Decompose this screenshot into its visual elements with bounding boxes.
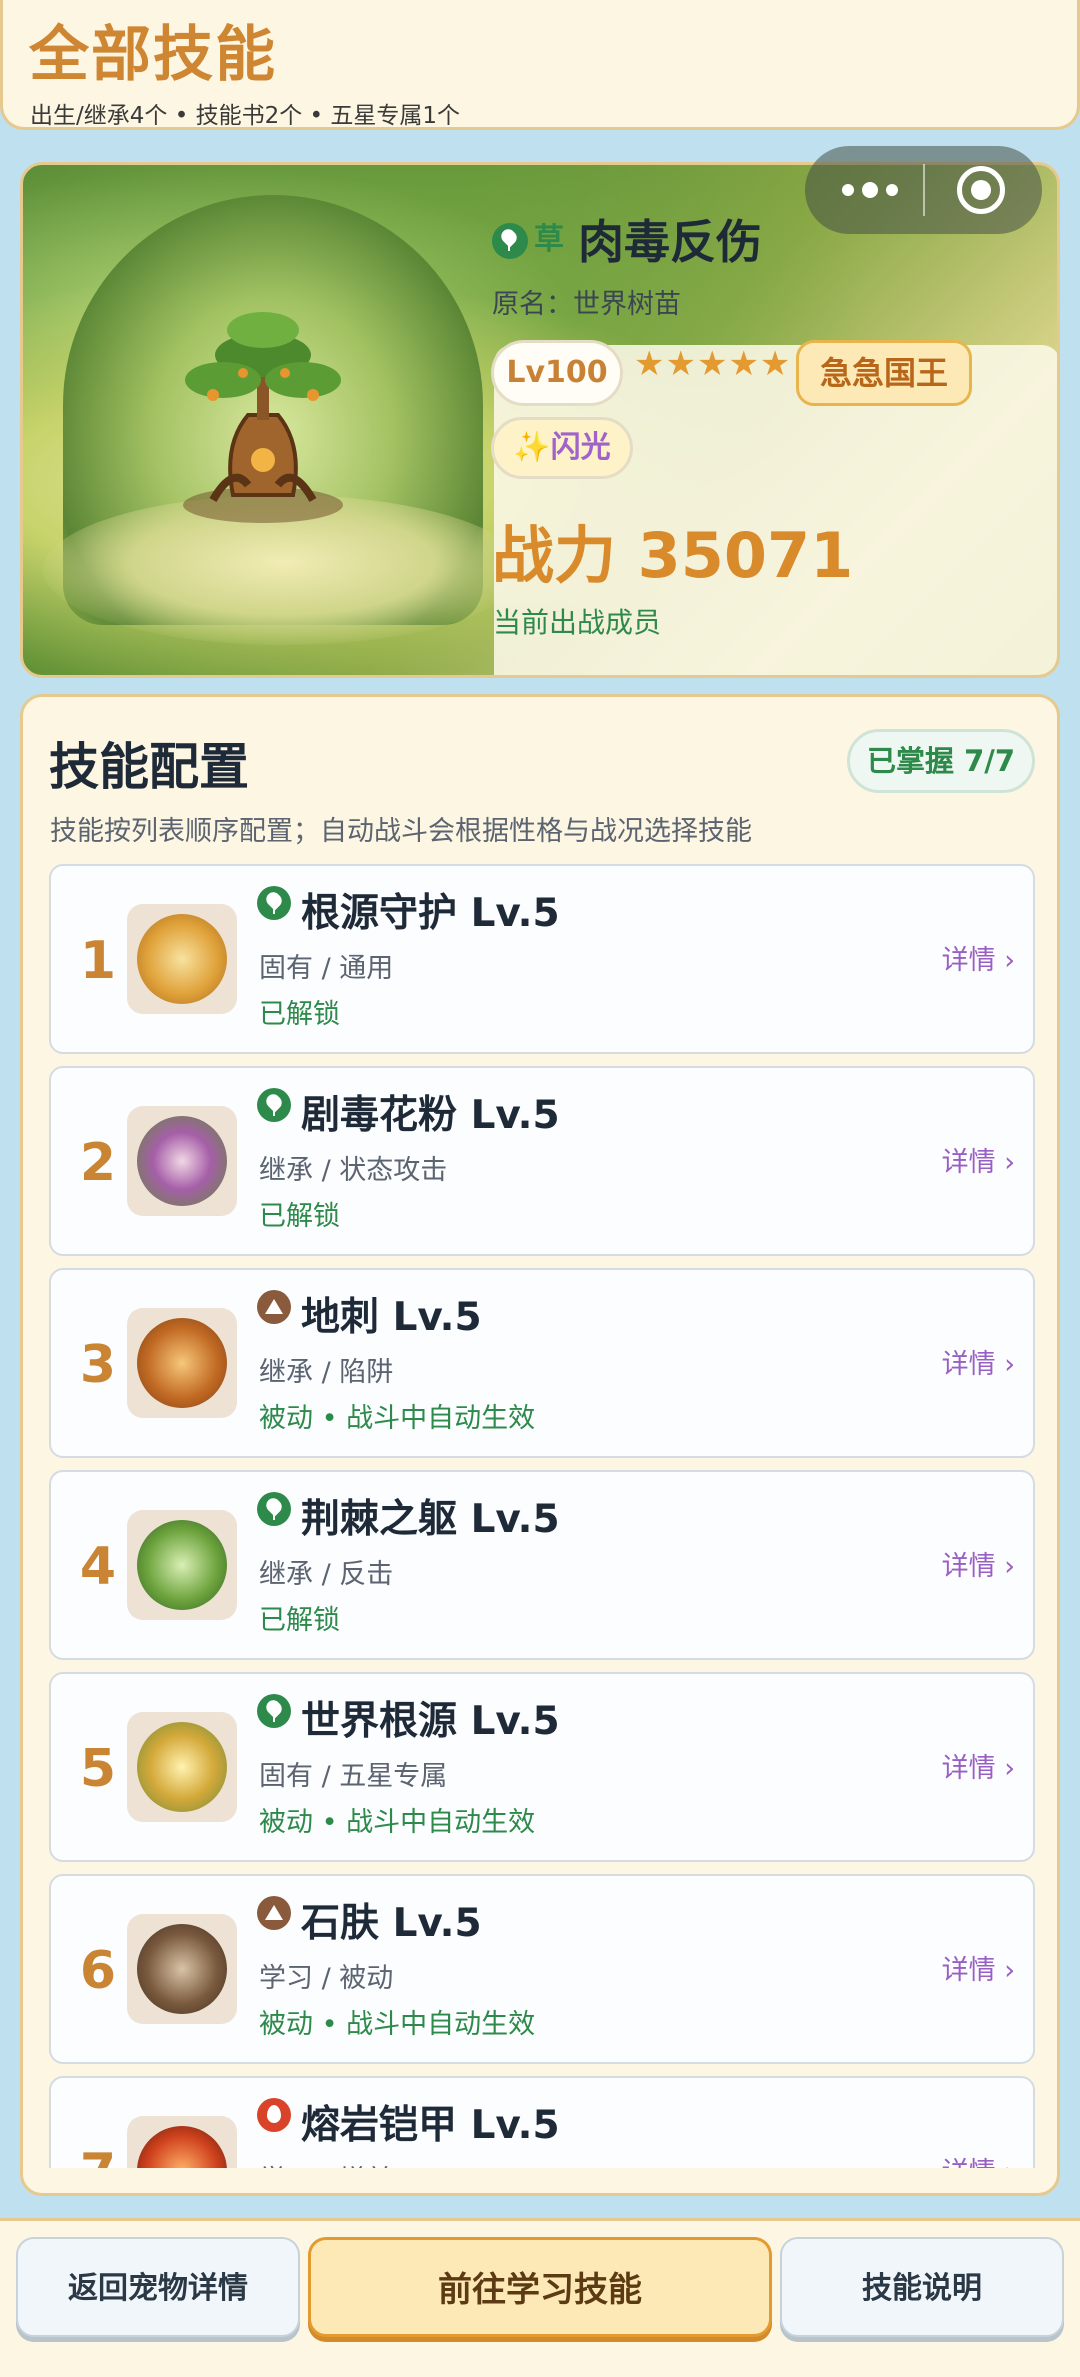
skill-order-number: 5: [79, 1739, 117, 1799]
skill-name: 根源守护 Lv.5: [301, 891, 560, 936]
skill-type: 固有 / 通用: [259, 953, 394, 984]
ground-element-icon: [257, 1896, 291, 1930]
skill-name-line: 世界根源 Lv.5: [257, 1690, 560, 1746]
skill-detail-link[interactable]: 详情 ›: [942, 1270, 1015, 1460]
skill-card[interactable]: 5 世界根源 Lv.5 固有 / 五星专属被动 • 战斗中自动生效 详情 ›: [49, 1672, 1035, 1862]
skill-card[interactable]: 4 荆棘之躯 Lv.5 继承 / 反击 已解锁 详情 ›: [49, 1470, 1035, 1660]
skill-type: 学习 / 增益: [259, 2158, 393, 2168]
skill-card[interactable]: 3 地刺 Lv.5 继承 / 陷阱被动 • 战斗中自动生效 详情 ›: [49, 1268, 1035, 1458]
more-options-icon[interactable]: [835, 172, 905, 208]
pet-original-name: 原名：世界树苗: [492, 289, 681, 320]
skill-detail-link[interactable]: 详情 ›: [942, 1876, 1015, 2066]
skill-type: 继承 / 反击: [259, 1559, 394, 1590]
section-hint: 技能按列表顺序配置；自动战斗会根据性格与战况选择技能: [50, 816, 752, 847]
skill-art: [137, 1520, 227, 1610]
skill-order-number: 1: [79, 931, 117, 991]
skill-state: 被动 • 战斗中自动生效: [259, 1807, 536, 1838]
shiny-badge: ✨闪光: [491, 417, 633, 479]
skill-icon: [127, 2116, 237, 2168]
skill-config-section: 技能配置 已掌握 7/7 技能按列表顺序配置；自动战斗会根据性格与战况选择技能 …: [20, 694, 1060, 2196]
section-title: 技能配置: [49, 738, 249, 796]
skill-order-number: 7: [73, 2078, 123, 2168]
skill-detail-link[interactable]: 详情 ›: [942, 2078, 1015, 2168]
pet-name: 肉毒反伤: [578, 215, 762, 269]
skill-state: 已解锁: [259, 999, 340, 1030]
skill-icon: [127, 1106, 237, 1216]
skill-card[interactable]: 1 根源守护 Lv.5 固有 / 通用 已解锁 详情 ›: [49, 864, 1035, 1054]
skill-order-number: 6: [79, 1941, 117, 2001]
bottom-action-bar: 返回宠物详情 前往学习技能 技能说明: [0, 2218, 1080, 2377]
skill-icon: [127, 1308, 237, 1418]
skill-order-number: 3: [79, 1335, 117, 1395]
skill-name: 石肤 Lv.5: [301, 1901, 482, 1946]
skill-icon: [127, 904, 237, 1014]
grass-element-icon: [257, 886, 291, 920]
skill-art: [137, 1318, 227, 1408]
miniprogram-capsule: [805, 146, 1042, 234]
ground-element-icon: [257, 1290, 291, 1324]
skill-art: [137, 2126, 227, 2168]
skill-icon: [127, 1914, 237, 2024]
close-miniprogram-icon[interactable]: [957, 166, 1005, 214]
skill-name: 熔岩铠甲 Lv.5: [301, 2103, 560, 2148]
skill-detail-link[interactable]: 详情 ›: [942, 1068, 1015, 1258]
skill-name: 世界根源 Lv.5: [301, 1699, 560, 1744]
page-header: 全部技能 出生/继承4个 • 技能书2个 • 五星专属1个: [0, 0, 1080, 130]
fire-element-icon: [257, 2098, 291, 2132]
skill-order-number: 4: [79, 1537, 117, 1597]
skill-art: [137, 914, 227, 1004]
pet-element-label: 草: [534, 222, 564, 257]
skill-list[interactable]: 1 根源守护 Lv.5 固有 / 通用 已解锁 详情 › 2 剧毒花粉 Lv.5 继承 / 状…: [23, 862, 1057, 2168]
skill-name: 荆棘之躯 Lv.5: [301, 1497, 560, 1542]
skill-type: 继承 / 状态攻击: [259, 1155, 448, 1186]
skill-name-line: 荆棘之躯 Lv.5: [257, 1488, 560, 1544]
deploy-status: 当前出战成员: [493, 606, 662, 639]
combat-power: 战力 35071: [492, 519, 854, 592]
skill-name-line: 地刺 Lv.5: [257, 1286, 482, 1342]
skill-art: [137, 1924, 227, 2014]
page-title: 全部技能: [29, 20, 277, 90]
pet-element: 草: [492, 214, 564, 259]
skill-state: 已解锁: [259, 1201, 340, 1232]
go-learn-skill-button[interactable]: 前往学习技能: [308, 2237, 772, 2337]
skill-detail-link[interactable]: 详情 ›: [942, 1674, 1015, 1864]
skill-name-line: 剧毒花粉 Lv.5: [257, 1084, 560, 1140]
mastered-count-badge: 已掌握 7/7: [847, 729, 1035, 793]
capsule-divider: [923, 164, 925, 216]
skill-name: 剧毒花粉 Lv.5: [301, 1093, 560, 1138]
star-rating: ★★★★★: [634, 344, 792, 384]
grass-element-icon: [257, 1694, 291, 1728]
skill-card[interactable]: 2 剧毒花粉 Lv.5 继承 / 状态攻击 已解锁 详情 ›: [49, 1066, 1035, 1256]
skill-detail-link[interactable]: 详情 ›: [942, 866, 1015, 1056]
skill-type: 学习 / 被动: [259, 1963, 394, 1994]
skill-state: 已解锁: [259, 1605, 340, 1636]
skill-art: [137, 1116, 227, 1206]
grass-element-icon: [257, 1492, 291, 1526]
pet-portrait: [183, 312, 343, 523]
skill-type: 继承 / 陷阱: [259, 1357, 394, 1388]
skill-icon: [127, 1510, 237, 1620]
skill-card[interactable]: 7 熔岩铠甲 Lv.5 学习 / 增益 详情 ›: [49, 2076, 1035, 2168]
skill-name-line: 熔岩铠甲 Lv.5: [257, 2094, 560, 2150]
skill-detail-link[interactable]: 详情 ›: [942, 1472, 1015, 1662]
skill-state: 被动 • 战斗中自动生效: [259, 2009, 536, 2040]
skill-name-line: 石肤 Lv.5: [257, 1892, 482, 1948]
pet-trait-badge: 急急国王: [796, 340, 972, 406]
skill-explanation-button[interactable]: 技能说明: [780, 2237, 1064, 2337]
skill-state: 被动 • 战斗中自动生效: [259, 1403, 536, 1434]
skill-name-line: 根源守护 Lv.5: [257, 882, 560, 938]
skill-icon: [127, 1712, 237, 1822]
back-to-pet-button[interactable]: 返回宠物详情: [16, 2237, 300, 2337]
grass-element-icon: [492, 222, 528, 259]
skill-name: 地刺 Lv.5: [301, 1295, 482, 1340]
pet-level-badge: Lv100: [491, 340, 623, 406]
skill-card[interactable]: 6 石肤 Lv.5 学习 / 被动被动 • 战斗中自动生效 详情 ›: [49, 1874, 1035, 2064]
skill-art: [137, 1722, 227, 1812]
skill-order-number: 2: [79, 1133, 117, 1193]
grass-element-icon: [257, 1088, 291, 1122]
skill-type: 固有 / 五星专属: [259, 1761, 448, 1792]
page-subtitle: 出生/继承4个 • 技能书2个 • 五星专属1个: [30, 103, 461, 129]
